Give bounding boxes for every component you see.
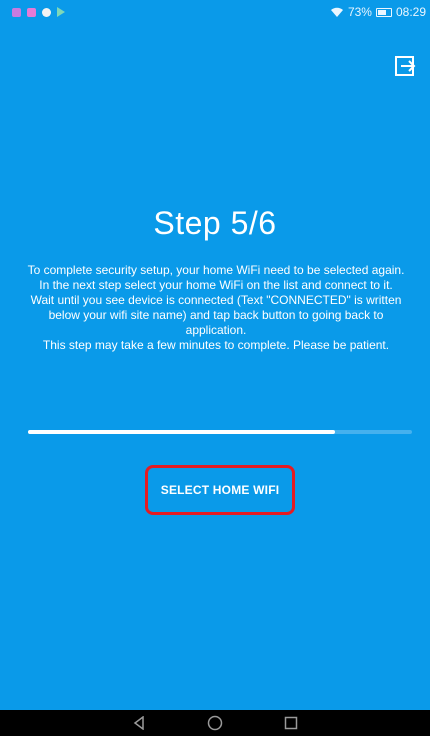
wifi-setup-screen: 73% 08:29 Step 5/6 To complete security … (0, 0, 430, 736)
progress-bar (28, 430, 412, 434)
status-bar: 73% 08:29 (0, 0, 430, 24)
app-notification-icon (27, 7, 36, 17)
recents-icon[interactable] (282, 714, 300, 732)
instruction-line: This step may take a few minutes to comp… (42, 338, 390, 352)
step-title: Step 5/6 (153, 205, 277, 241)
exit-icon[interactable] (394, 55, 416, 77)
back-icon[interactable] (130, 714, 148, 732)
navigation-bar (0, 710, 430, 736)
progress-fill (28, 430, 336, 434)
app-notification-icon (12, 7, 21, 17)
play-store-icon (57, 7, 65, 17)
instruction-line: In the next step select your home WiFi o… (39, 278, 393, 292)
status-indicators: 73% 08:29 (330, 5, 426, 19)
home-icon[interactable] (206, 714, 224, 732)
clock: 08:29 (395, 5, 426, 19)
select-home-wifi-button[interactable]: SELECT HOME WIFI (145, 465, 295, 515)
battery-percent: 73% (347, 5, 372, 19)
instructions-text: To complete security setup, your home Wi… (20, 263, 412, 353)
instruction-line: To complete security setup, your home Wi… (27, 263, 405, 277)
battery-icon (375, 7, 392, 17)
notification-icons (12, 7, 65, 17)
instruction-line: Wait until you see device is connected (… (30, 293, 402, 337)
wifi-icon (330, 7, 343, 17)
app-notification-icon (42, 7, 51, 17)
